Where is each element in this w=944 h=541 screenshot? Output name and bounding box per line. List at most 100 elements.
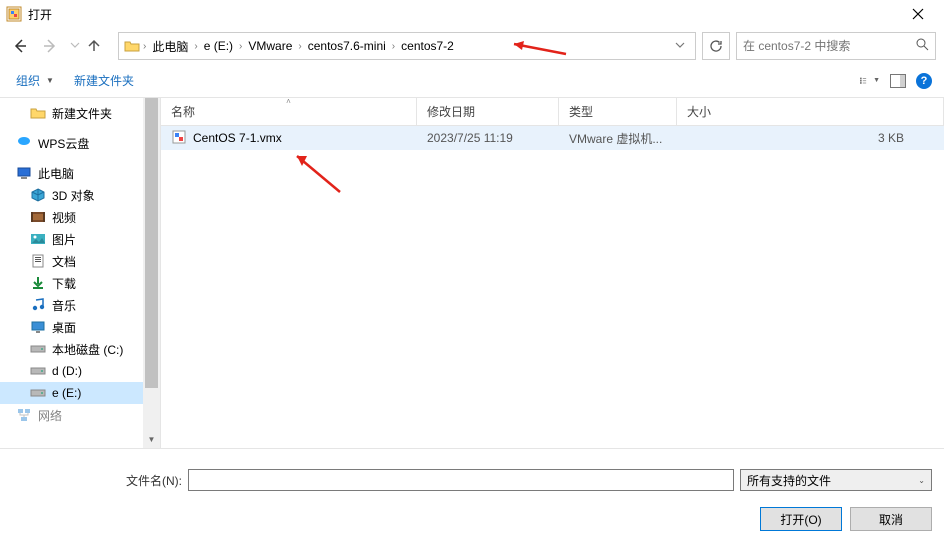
search-input[interactable] [743,39,916,53]
tree-label: 桌面 [52,319,76,336]
desktop-icon [30,319,46,335]
chevron-right-icon[interactable]: › [392,41,395,52]
tree-label: 网络 [38,407,62,424]
sidebar-item[interactable]: 新建文件夹 [0,102,160,124]
scrollbar[interactable]: ▼ [143,98,160,448]
search-icon[interactable] [916,38,929,54]
scroll-down-arrow[interactable]: ▼ [143,431,160,448]
tree-label: d (D:) [52,364,82,378]
app-icon [6,6,22,22]
breadcrumb[interactable]: › 此电脑 › e (E:) › VMware › centos7.6-mini… [118,32,696,60]
scrollbar-thumb[interactable] [145,98,158,388]
drive-icon [30,385,46,401]
up-button[interactable] [82,34,106,58]
back-button[interactable] [8,34,32,58]
breadcrumb-item[interactable]: centos7.6-mini [304,37,390,55]
filter-text: 所有支持的文件 [747,472,831,489]
col-date-label: 修改日期 [427,103,475,120]
organize-menu[interactable]: 组织 ▼ [12,70,58,91]
sort-indicator-icon: ˄ [286,97,291,106]
sidebar-item[interactable]: 本地磁盘 (C:) [0,338,160,360]
chevron-right-icon[interactable]: › [298,41,301,52]
cancel-button[interactable]: 取消 [850,507,932,531]
sidebar-item[interactable]: 图片 [0,228,160,250]
sidebar-item[interactable]: 文档 [0,250,160,272]
sidebar-item[interactable]: 桌面 [0,316,160,338]
sidebar-item[interactable]: 视频 [0,206,160,228]
cancel-button-label: 取消 [879,511,903,528]
filename-input[interactable] [188,469,734,491]
close-button[interactable] [898,2,938,26]
new-folder-label: 新建文件夹 [74,72,134,89]
pictures-icon [30,231,46,247]
vmx-file-icon [171,129,187,148]
file-size: 3 KB [677,131,944,145]
title-text: 打开 [28,6,52,23]
wps-icon [16,135,32,151]
col-name-label: 名称 [171,103,195,120]
breadcrumb-item[interactable]: e (E:) [200,37,237,55]
sidebar-item[interactable]: 网络 [0,404,160,426]
downloads-icon [30,275,46,291]
help-button[interactable]: ? [916,73,932,89]
breadcrumb-recent-dropdown[interactable] [669,40,691,53]
sidebar-item[interactable]: e (E:) [0,382,160,404]
sidebar-item[interactable]: 3D 对象 [0,184,160,206]
dialog-button-row: 打开(O) 取消 [0,499,944,541]
chevron-right-icon[interactable]: › [194,41,197,52]
col-type-label: 类型 [569,103,593,120]
column-header-size[interactable]: 大小 [677,98,944,125]
new-folder-button[interactable]: 新建文件夹 [70,70,138,91]
docs-icon [30,253,46,269]
toolbar: 组织 ▼ 新建文件夹 ▼ ? [0,64,944,98]
column-header-type[interactable]: 类型 [559,98,677,125]
open-button[interactable]: 打开(O) [760,507,842,531]
breadcrumb-item[interactable]: VMware [244,37,296,55]
chevron-right-icon[interactable]: › [143,41,146,52]
sidebar-item[interactable]: d (D:) [0,360,160,382]
open-button-label: 打开(O) [780,511,821,528]
search-box[interactable] [736,32,936,60]
drive-icon [30,341,46,357]
tree-label: WPS云盘 [38,135,89,152]
organize-label: 组织 [16,72,40,89]
tree-label: 文档 [52,253,76,270]
3d-icon [30,187,46,203]
thispc-icon [16,165,32,181]
sidebar: 新建文件夹 WPS云盘此电脑3D 对象视频图片文档下载音乐桌面本地磁盘 (C:) d… [0,98,161,448]
file-row[interactable]: CentOS 7-1.vmx 2023/7/25 11:19VMware 虚拟机.… [161,126,944,150]
tree-label: 视频 [52,209,76,226]
file-date: 2023/7/25 11:19 [417,131,559,145]
col-size-label: 大小 [687,103,711,120]
drive-icon [30,363,46,379]
file-type-filter[interactable]: 所有支持的文件 ⌄ [740,469,932,491]
breadcrumb-item[interactable]: 此电脑 [148,36,192,57]
network-icon [16,407,32,423]
caret-down-icon: ▼ [873,77,880,84]
view-mode-button[interactable]: ▼ [860,71,880,91]
filename-label: 文件名(N): [12,472,182,489]
music-icon [30,297,46,313]
tree-label: 本地磁盘 (C:) [52,341,123,358]
filename-bar: 文件名(N): 所有支持的文件 ⌄ [0,448,944,499]
sidebar-item[interactable]: 此电脑 [0,162,160,184]
chevron-right-icon[interactable]: › [239,41,242,52]
file-type: VMware 虚拟机... [559,130,677,147]
sidebar-item[interactable]: WPS云盘 [0,132,160,154]
breadcrumb-item[interactable]: centos7-2 [397,37,458,55]
tree-label: 音乐 [52,297,76,314]
titlebar: 打开 [0,0,944,28]
refresh-button[interactable] [702,32,730,60]
video-icon [30,209,46,225]
column-header-name[interactable]: ˄ 名称 [161,98,417,125]
sidebar-item[interactable]: 下载 [0,272,160,294]
history-dropdown[interactable] [70,39,80,53]
caret-down-icon: ⌄ [918,476,925,485]
tree-label: 新建文件夹 [52,105,112,122]
forward-button[interactable] [38,34,62,58]
preview-pane-button[interactable] [888,71,908,91]
column-header-date[interactable]: 修改日期 [417,98,559,125]
sidebar-item[interactable]: 音乐 [0,294,160,316]
file-pane: ˄ 名称 修改日期 类型 大小 CentOS 7-1.vmx 2023/7/25 … [161,98,944,448]
file-name: CentOS 7-1.vmx [193,131,282,145]
